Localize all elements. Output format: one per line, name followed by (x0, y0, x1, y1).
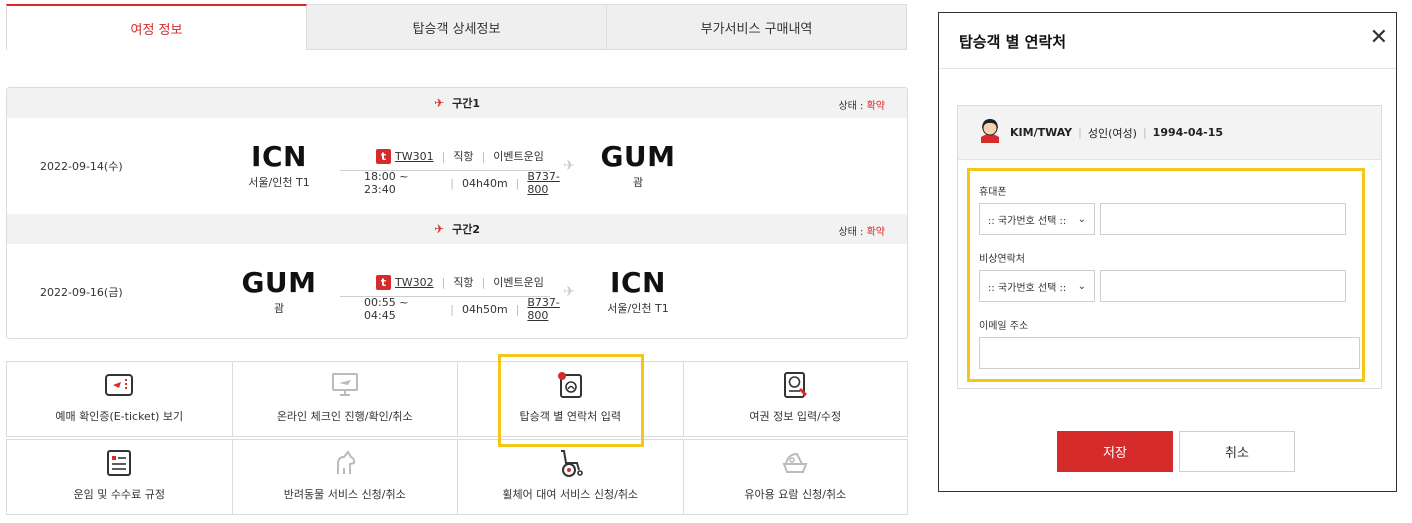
passenger-header: KIM/TWAY | 성인(여성) | 1994-04-15 (958, 106, 1381, 160)
route-info: t TW302 | 직항 | 이벤트운임 ✈ 00:55 ~ 04:45 | 0… (340, 274, 580, 322)
flight-number-link[interactable]: TW301 (395, 150, 434, 163)
passport-icon (780, 370, 810, 400)
tab-ancillary-purchases[interactable]: 부가서비스 구매내역 (607, 4, 907, 50)
online-checkin-button[interactable]: 온라인 체크인 진행/확인/취소 (231, 361, 457, 437)
origin-city: 괌 (273, 302, 285, 315)
route-line: ✈ (340, 284, 575, 300)
modal-divider (939, 68, 1396, 69)
destination-code: GUM (600, 140, 676, 173)
segment-body: 2022-09-14(수) ICN 서울/인천 T1 t TW301 | 직항 … (7, 118, 907, 214)
origin-code: GUM (241, 266, 317, 299)
highlight-box (498, 354, 644, 447)
origin-airport: GUM 괌 (219, 268, 339, 316)
origin-code: ICN (251, 140, 307, 173)
wheelchair-icon (555, 448, 585, 478)
passport-info-button[interactable]: 여권 정보 입력/수정 (682, 361, 908, 437)
booking-tabs: 여정 정보 탑승객 상세정보 부가서비스 구매내역 (6, 4, 907, 50)
segment-body: 2022-09-16(금) GUM 괌 t TW302 | 직항 | 이벤트운임… (7, 244, 907, 338)
plane-icon: ✈ (434, 96, 445, 110)
flight-time: 00:55 ~ 04:45 (364, 296, 409, 322)
avatar-icon (978, 117, 1002, 148)
dog-icon (330, 448, 360, 478)
destination-city: 괌 (632, 176, 644, 189)
destination-airport: GUM 괌 (578, 142, 698, 190)
passenger-dob: 1994-04-15 (1152, 126, 1224, 139)
tab-itinerary[interactable]: 여정 정보 (6, 4, 307, 50)
fare-type: 이벤트운임 (493, 150, 544, 163)
plane-arrow-icon: ✈ (563, 284, 575, 300)
segment-header: ✈ 구간1 상태 : 확약 (7, 88, 907, 118)
mobile-label: 휴대폰 (979, 187, 1007, 198)
segment-title: 구간1 (452, 97, 480, 110)
flight-duration: 04h40m (461, 176, 508, 190)
tab-passenger-details[interactable]: 탑승객 상세정보 (307, 4, 607, 50)
passenger-type: 성인(여성) (1087, 126, 1137, 140)
tway-logo-icon: t (376, 148, 391, 164)
segment-header: ✈ 구간2 상태 : 확약 (7, 214, 907, 244)
pet-service-button[interactable]: 반려동물 서비스 신청/취소 (231, 439, 457, 515)
monitor-plane-icon (330, 370, 360, 400)
fare-type: 이벤트운임 (493, 276, 544, 289)
flight-time: 18:00 ~ 23:40 (364, 170, 409, 196)
fare-rules-button[interactable]: 운임 및 수수료 규정 (6, 439, 232, 515)
origin-airport: ICN 서울/인천 T1 (219, 142, 339, 190)
route-line: ✈ (340, 158, 575, 174)
emergency-country-select[interactable]: :: 국가번호 선택 :: ⌄ (979, 270, 1095, 302)
email-input[interactable] (979, 337, 1360, 369)
segment-status: 상태 : 확약 (838, 101, 885, 112)
mobile-country-select[interactable]: :: 국가번호 선택 :: ⌄ (979, 203, 1095, 235)
direct-flight: 직항 (453, 276, 474, 289)
route-info: t TW301 | 직항 | 이벤트운임 ✈ 18:00 ~ 23:40 | 0… (340, 148, 580, 196)
chevron-down-icon: ⌄ (1077, 213, 1086, 225)
passenger-name: KIM/TWAY (1010, 126, 1073, 139)
wheelchair-service-button[interactable]: 휠체어 대여 서비스 신청/취소 (457, 439, 683, 515)
emergency-label: 비상연락처 (979, 254, 1025, 265)
eticket-button[interactable]: 예매 확인증(E-ticket) 보기 (6, 361, 232, 437)
emergency-input[interactable] (1100, 270, 1346, 302)
itinerary-card: ✈ 구간1 상태 : 확약 2022-09-14(수) ICN 서울/인천 T1… (6, 87, 908, 339)
destination-airport: ICN 서울/인천 T1 (578, 268, 698, 316)
segment-title: 구간2 (452, 223, 480, 236)
bassinet-service-button[interactable]: 유아용 요람 신청/취소 (682, 439, 908, 515)
plane-icon: ✈ (434, 222, 445, 236)
mobile-input[interactable] (1100, 203, 1346, 235)
contact-modal: 탑승객 별 연락처 ✕ KIM/TWAY | 성인(여성) | 1994-04-… (938, 12, 1397, 492)
ticket-icon (104, 370, 134, 400)
destination-city: 서울/인천 T1 (607, 302, 669, 315)
destination-code: ICN (610, 266, 666, 299)
bassinet-icon (780, 448, 810, 478)
close-icon[interactable]: ✕ (1370, 27, 1388, 49)
document-icon (104, 448, 134, 478)
chevron-down-icon: ⌄ (1077, 280, 1086, 292)
cancel-button[interactable]: 취소 (1179, 431, 1295, 472)
direct-flight: 직항 (453, 150, 474, 163)
segment-date: 2022-09-14(수) (40, 160, 123, 173)
save-button[interactable]: 저장 (1057, 431, 1173, 472)
flight-number-link[interactable]: TW302 (395, 276, 434, 289)
modal-title: 탑승객 별 연락처 (959, 33, 1067, 51)
segment-status: 상태 : 확약 (838, 227, 885, 238)
flight-duration: 04h50m (461, 302, 508, 316)
service-menu: 예매 확인증(E-ticket) 보기 온라인 체크인 진행/확인/취소 탑승객… (6, 361, 908, 515)
email-label: 이메일 주소 (979, 321, 1029, 332)
segment-date: 2022-09-16(금) (40, 286, 123, 299)
tway-logo-icon: t (376, 274, 391, 290)
plane-arrow-icon: ✈ (563, 158, 575, 174)
origin-city: 서울/인천 T1 (248, 176, 310, 189)
